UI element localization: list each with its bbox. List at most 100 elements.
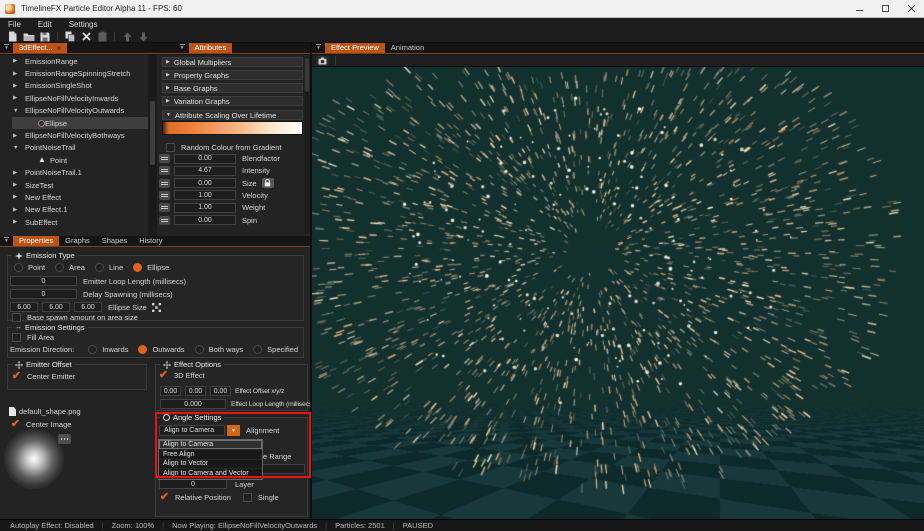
paste-icon[interactable]	[94, 31, 110, 42]
tree-item[interactable]: Ellipse	[0, 117, 148, 129]
move-up-icon[interactable]	[119, 31, 135, 42]
panel-tab[interactable]: Graphs	[59, 236, 96, 246]
move-down-icon[interactable]	[135, 31, 151, 42]
center-image-checkbox[interactable]	[11, 420, 20, 429]
attribute-value-field[interactable]: 0.00	[174, 178, 236, 188]
maximize-button[interactable]	[872, 0, 898, 17]
tree-item[interactable]: SubEffect	[0, 216, 148, 228]
attribute-value-field[interactable]: 0.00	[174, 215, 236, 225]
radio-option[interactable]: Both ways	[195, 345, 244, 354]
new-file-icon[interactable]	[5, 31, 21, 42]
panel-collapse-icon[interactable]: ▼	[4, 237, 9, 244]
effect-loop-length-field[interactable]: 0.000	[160, 399, 226, 409]
emitter-loop-length-field[interactable]: 0	[10, 276, 77, 286]
panel-tab[interactable]: History	[133, 236, 168, 246]
tree-item[interactable]: EmissionRangeSpinningStretch	[0, 67, 148, 79]
attribute-section-header[interactable]: ▶ Base Graphs	[162, 83, 303, 93]
tree-item[interactable]: PointNoiseTrail.1	[0, 167, 148, 179]
attribute-menu-button[interactable]	[159, 166, 170, 175]
delay-spawning-field[interactable]: 0	[10, 289, 77, 299]
value-field[interactable]: 6.00	[10, 302, 38, 312]
layer-field[interactable]: 0	[159, 479, 227, 489]
dropdown-option[interactable]: Align to Vector	[159, 460, 262, 470]
delete-icon[interactable]	[78, 31, 94, 42]
3d-effect-checkbox[interactable]	[159, 371, 168, 380]
radio-option[interactable]: Ellipse	[133, 263, 169, 272]
attribute-menu-button[interactable]	[159, 203, 170, 212]
menu-item[interactable]: Edit	[38, 20, 52, 29]
dropdown-option[interactable]: Free Align	[159, 450, 262, 460]
attribute-value-field[interactable]: 0.00	[174, 154, 236, 164]
value-field[interactable]: 0.00	[160, 386, 181, 396]
tree-item[interactable]: Point	[0, 154, 148, 166]
tab-attributes[interactable]: Attributes	[189, 43, 233, 53]
scrollbar-thumb[interactable]	[305, 58, 309, 92]
center-emitter-checkbox[interactable]	[12, 372, 21, 381]
camera-icon[interactable]	[316, 56, 329, 66]
panel-tab[interactable]: Effect Preview	[325, 43, 385, 53]
attributes-scrollbar[interactable]	[305, 57, 309, 233]
panel-collapse-icon[interactable]: ▼	[316, 44, 321, 51]
colour-gradient-bar[interactable]	[162, 121, 303, 135]
menu-item[interactable]: File	[8, 20, 21, 29]
tree-scrollbar[interactable]	[148, 55, 157, 236]
attribute-value-field[interactable]: 1.00	[174, 190, 236, 200]
radio-option[interactable]: Outwards	[138, 345, 184, 354]
save-file-icon[interactable]	[37, 31, 53, 42]
panel-tab[interactable]: Animation	[385, 43, 430, 53]
tree-item[interactable]: EllipseNoFillVelocityBothways	[0, 129, 148, 141]
attribute-value-field[interactable]: 1.00	[174, 203, 236, 213]
fill-area-checkbox[interactable]	[12, 333, 21, 342]
tree-item[interactable]: EmissionSingleShot	[0, 80, 148, 92]
panel-collapse-icon[interactable]: ▼	[4, 44, 9, 51]
radio-option[interactable]: Point	[14, 263, 45, 272]
effect-preview-canvas[interactable]	[312, 67, 924, 519]
radio-option[interactable]: Line	[95, 263, 123, 272]
radio-option[interactable]: Area	[55, 263, 85, 272]
tree-item[interactable]: New Effect	[0, 191, 148, 203]
minimize-button[interactable]	[846, 0, 872, 17]
attribute-section-header-expanded[interactable]: ▼ Attribute Scaling Over Lifetime	[162, 110, 303, 120]
attribute-value-field[interactable]: 4.67	[174, 166, 236, 176]
random-colour-checkbox[interactable]	[166, 143, 175, 152]
value-field[interactable]: 0.00	[185, 386, 206, 396]
tree-item[interactable]: SizeTest	[0, 179, 148, 191]
menu-item[interactable]: Settings	[69, 20, 98, 29]
copy-icon[interactable]	[62, 31, 78, 42]
dropdown-arrow-button[interactable]	[227, 425, 240, 436]
radio-option[interactable]: Inwards	[88, 345, 128, 354]
tree-item[interactable]: EllipseNoFillVelocityInwards	[0, 92, 148, 104]
attribute-menu-button[interactable]	[159, 191, 170, 200]
dropdown-option[interactable]: Align to Camera	[159, 440, 262, 450]
dropdown-option[interactable]: Align to Camera and Vector	[159, 469, 262, 479]
single-checkbox[interactable]	[243, 493, 252, 502]
attribute-section-header[interactable]: ▶ Global Multipliers	[162, 57, 303, 67]
shape-image[interactable]	[4, 429, 64, 489]
attribute-section-header[interactable]: ▶ Property Graphs	[162, 70, 303, 80]
attribute-menu-button[interactable]	[159, 154, 170, 163]
close-button[interactable]	[898, 0, 924, 17]
attribute-menu-button[interactable]	[159, 216, 170, 225]
value-field[interactable]: 6.00	[42, 302, 70, 312]
tree-item[interactable]: PointNoiseTrail	[0, 142, 148, 154]
browse-shape-button[interactable]	[58, 434, 71, 444]
alignment-dropdown[interactable]: Align to Camera	[159, 425, 225, 436]
value-field[interactable]: 6.00	[74, 302, 102, 312]
tree-item[interactable]: New Effect.1	[0, 204, 148, 216]
panel-tab[interactable]: Properties	[13, 236, 59, 246]
base-spawn-checkbox[interactable]	[12, 313, 21, 322]
link-size-icon[interactable]	[152, 303, 161, 312]
panel-collapse-icon[interactable]: ▼	[180, 44, 185, 51]
attribute-section-header[interactable]: ▶ Variation Graphs	[162, 96, 303, 106]
open-file-icon[interactable]	[21, 31, 37, 42]
radio-option[interactable]: Specified	[253, 345, 298, 354]
tree-item[interactable]: EllipseNoFillVelocityOutwards	[0, 105, 148, 117]
relative-position-checkbox[interactable]	[160, 493, 169, 502]
tree-item[interactable]: EmissionRange	[0, 55, 148, 67]
panel-tab[interactable]: Shapes	[96, 236, 133, 246]
attribute-menu-button[interactable]	[159, 179, 170, 188]
lock-icon[interactable]	[262, 178, 274, 188]
value-field[interactable]: 0.00	[210, 386, 231, 396]
scrollbar-thumb[interactable]	[150, 101, 155, 165]
tab-effect-library[interactable]: 3dEffect...	[13, 43, 67, 53]
